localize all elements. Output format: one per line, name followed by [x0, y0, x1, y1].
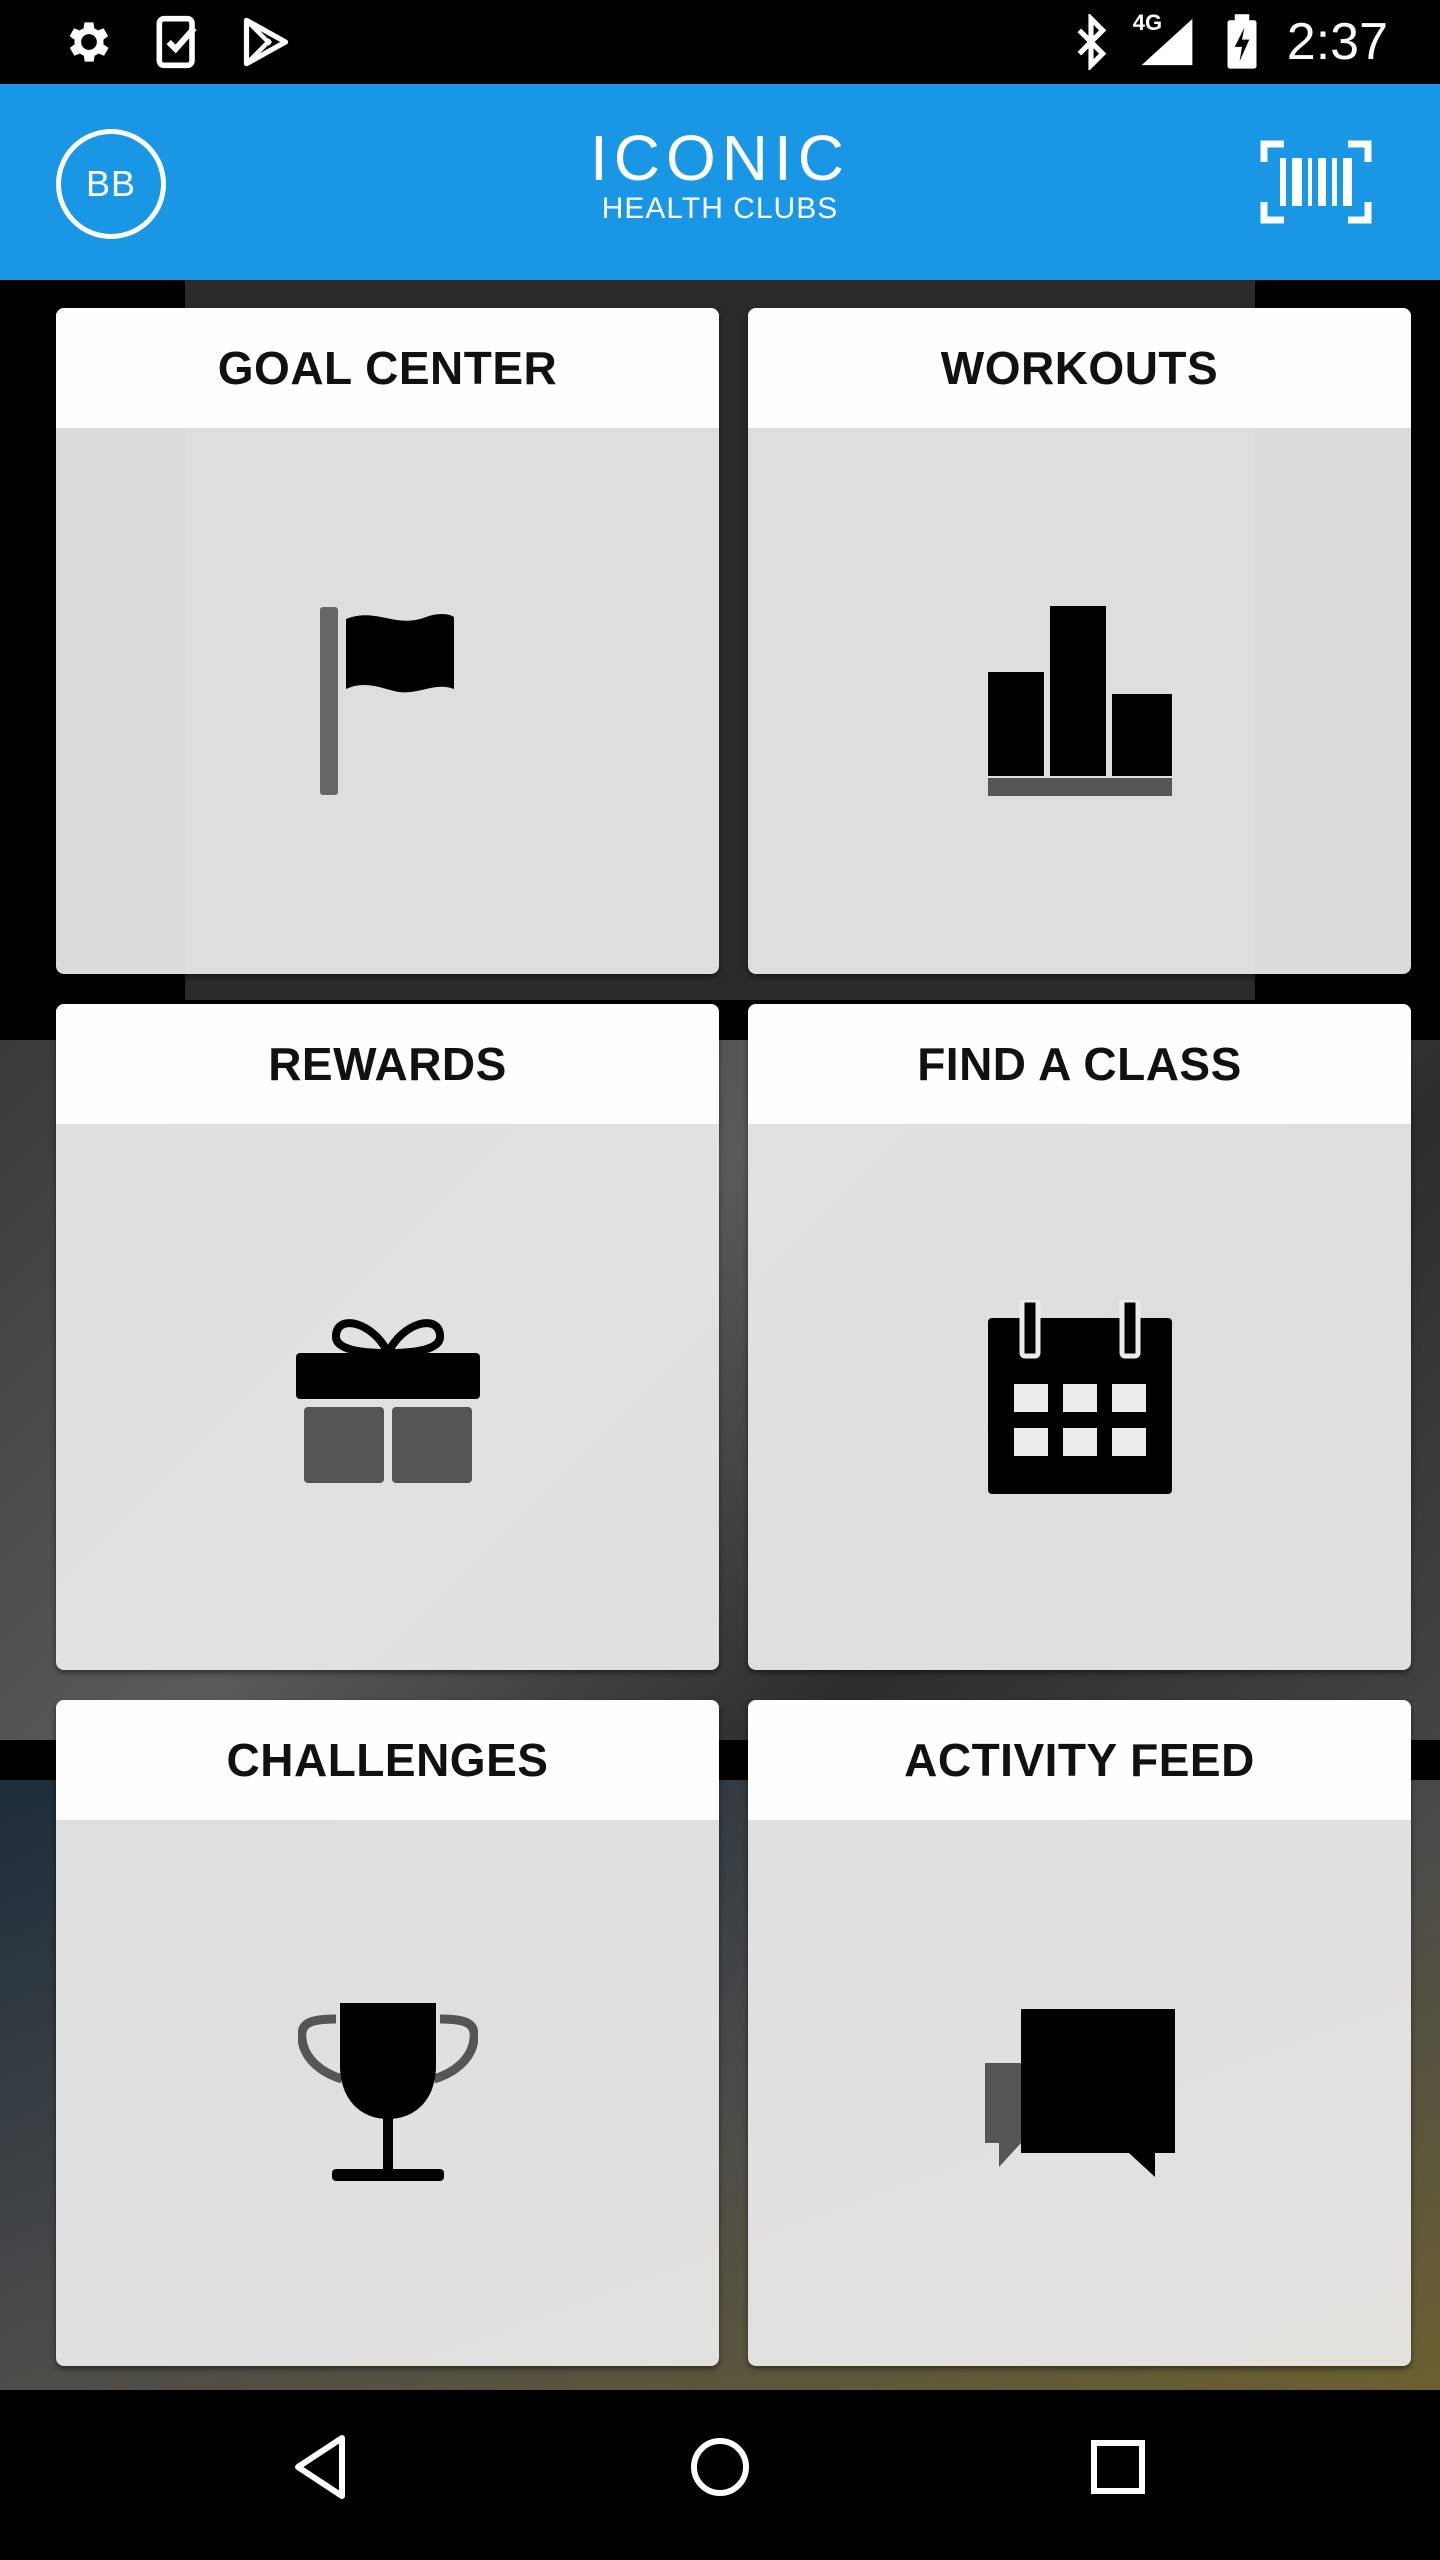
- logo-subtitle: HEALTH CLUBS: [601, 192, 839, 225]
- chat-icon: [748, 1820, 1411, 2366]
- clock: 2:37: [1286, 13, 1388, 71]
- play-store-icon: [240, 16, 292, 68]
- calendar-icon: [748, 1124, 1411, 1670]
- network-type-label: 4G: [1132, 10, 1163, 35]
- avatar[interactable]: BB: [56, 129, 166, 239]
- tile-label: REWARDS: [56, 1004, 719, 1124]
- tile-label: FIND A CLASS: [748, 1004, 1411, 1124]
- battery-charging-icon: [1225, 13, 1259, 71]
- bar-chart-icon: [748, 428, 1411, 974]
- trophy-icon: [56, 1820, 719, 2366]
- recents-icon[interactable]: [1086, 2432, 1150, 2507]
- logo-title: ICONIC: [590, 122, 850, 194]
- tile-challenges[interactable]: CHALLENGES: [56, 1700, 719, 2366]
- status-bar: 4G 2:37: [0, 0, 1440, 84]
- tile-activity-feed[interactable]: ACTIVITY FEED: [748, 1700, 1411, 2366]
- barcode-icon[interactable]: [1260, 140, 1372, 229]
- tile-label: GOAL CENTER: [56, 308, 719, 428]
- tile-label: CHALLENGES: [56, 1700, 719, 1820]
- settings-icon: [62, 15, 116, 69]
- back-icon[interactable]: [290, 2432, 350, 2507]
- tile-label: ACTIVITY FEED: [748, 1700, 1411, 1820]
- tile-label: WORKOUTS: [748, 308, 1411, 428]
- gift-icon: [56, 1124, 719, 1670]
- tile-goal-center[interactable]: GOAL CENTER: [56, 308, 719, 974]
- task-check-icon: [154, 14, 202, 70]
- app-bar: BB ICONIC HEALTH CLUBS: [0, 84, 1440, 280]
- tile-workouts[interactable]: WORKOUTS: [748, 308, 1411, 974]
- bluetooth-icon: [1073, 14, 1109, 70]
- tile-find-a-class[interactable]: FIND A CLASS: [748, 1004, 1411, 1670]
- avatar-initials: BB: [85, 163, 137, 204]
- navigation-bar: [0, 2390, 1440, 2560]
- signal-icon: 4G: [1133, 10, 1197, 70]
- home-icon[interactable]: [688, 2432, 752, 2507]
- app-logo: ICONIC HEALTH CLUBS: [540, 126, 900, 236]
- flag-icon: [56, 428, 719, 974]
- tile-rewards[interactable]: REWARDS: [56, 1004, 719, 1670]
